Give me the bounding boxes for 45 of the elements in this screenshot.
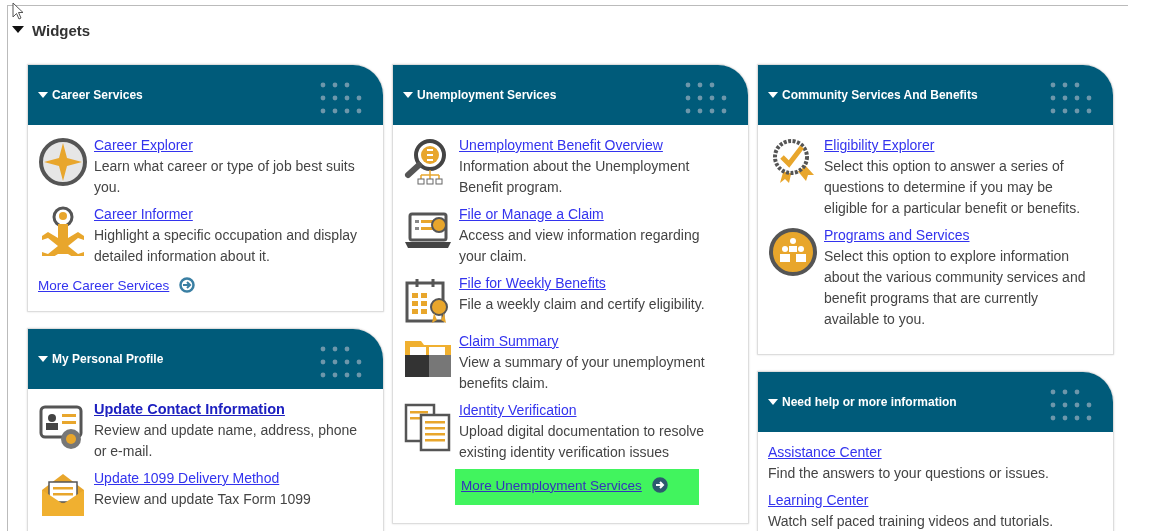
- caret-icon[interactable]: [38, 355, 48, 363]
- item-description: Find the answers to your questions or issues.: [768, 464, 1049, 483]
- item-description: Review and update name, address, phone or e-mail.: [94, 421, 359, 461]
- link[interactable]: Update 1099 Delivery Method: [94, 468, 280, 489]
- link[interactable]: Identity Verification: [459, 400, 577, 421]
- link[interactable]: Programs and Services: [824, 225, 970, 246]
- link[interactable]: File or Manage a Claim: [459, 204, 604, 225]
- documents-icon: [403, 402, 453, 452]
- section-title: Widgets: [32, 21, 91, 39]
- widget-title: Need help or more information: [782, 395, 958, 409]
- compass-icon: [38, 137, 88, 187]
- group-icon: [768, 227, 818, 277]
- item-description: View a summary of your unemployment benefits claim.: [459, 353, 706, 393]
- link[interactable]: Career Informer: [94, 204, 193, 225]
- widget-title: My Personal Profile: [52, 352, 165, 366]
- link[interactable]: Unemployment Benefit Overview: [459, 135, 663, 156]
- widget-title: Career Services: [52, 88, 144, 102]
- item-description: Select this option to answer a series of questions to determine if you may be eligible for a particular benefit or benefits.: [824, 157, 1082, 218]
- item-description: Review and update Tax Form 1099: [94, 490, 311, 509]
- caret-icon[interactable]: [768, 398, 778, 406]
- caret-icon[interactable]: [768, 91, 778, 99]
- caret-icon[interactable]: [12, 26, 24, 34]
- link[interactable]: Update Contact Information: [94, 399, 285, 420]
- link[interactable]: Assistance Center: [768, 442, 882, 463]
- link[interactable]: Career Explorer: [94, 135, 193, 156]
- item-description: Select this option to explore information about the various community services and benefit programs that are currently available to you.: [824, 247, 1087, 329]
- caret-icon[interactable]: [38, 91, 48, 99]
- widget-title: Community Services And Benefits: [782, 88, 979, 102]
- item-description: Highlight a specific occupation and display detailed information about it.: [94, 226, 359, 266]
- more-link[interactable]: More Career Services: [38, 277, 170, 293]
- caret-icon[interactable]: [403, 91, 413, 99]
- item-description: File a weekly claim and certify eligibility.: [459, 295, 705, 314]
- link[interactable]: Learning Center: [768, 490, 869, 511]
- item-description: Watch self paced training videos and tutorials.: [768, 512, 1054, 531]
- link[interactable]: Eligibility Explorer: [824, 135, 935, 156]
- item-description: Learn what career or type of job best suits you.: [94, 157, 356, 197]
- more-link[interactable]: More Unemployment Services: [461, 477, 642, 493]
- arrow-circle-icon[interactable]: [651, 477, 668, 493]
- widget-title: Unemployment Services: [417, 88, 558, 102]
- link[interactable]: Claim Summary: [459, 331, 559, 352]
- item-description: Information about the Unemployment Benefit program.: [459, 157, 691, 197]
- item-description: Access and view information regarding your claim.: [459, 226, 701, 266]
- arrow-circle-icon[interactable]: [179, 277, 196, 293]
- link[interactable]: File for Weekly Benefits: [459, 273, 606, 294]
- item-description: Upload digital documentation to resolve existing identity verification issues: [459, 422, 706, 462]
